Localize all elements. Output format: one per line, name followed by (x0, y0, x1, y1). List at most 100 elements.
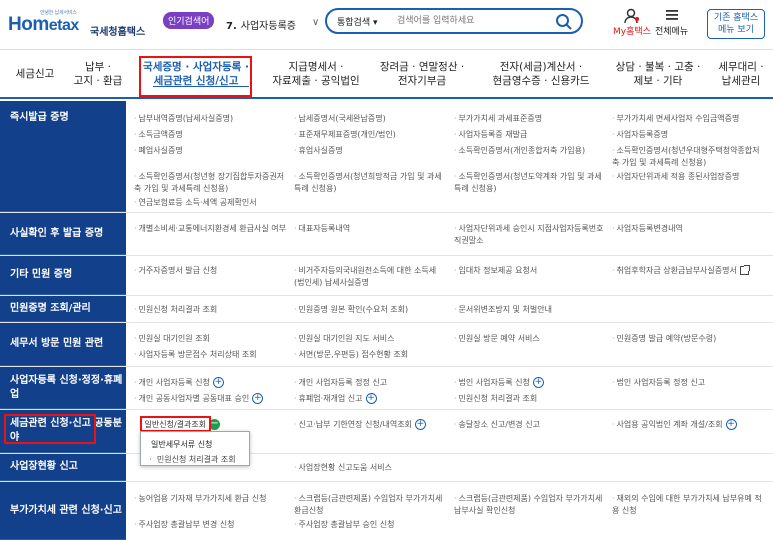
my-hometax-link[interactable]: My홈택스 (613, 8, 651, 37)
menu-link[interactable]: 서면(방문,우편등) 접수현황 조회 (294, 349, 409, 361)
table-row: 사업자등록 신청·정정·휴폐업 (0, 367, 773, 410)
hometax-logo[interactable]: 안녕한 납세서비스 Hometax 국세청홈택스 (8, 8, 145, 42)
submenu-item[interactable]: ㆍ 민원신청 처리결과 조회 (147, 454, 236, 465)
menu-link[interactable]: 사업자단위과세 승인시 지점사업자등록번호 직권말소 (454, 223, 604, 246)
menu-link[interactable]: 민원실 대기인원 지도 서비스 (294, 333, 395, 345)
gnb-tax-agent[interactable]: 세무대리 · 납세관리 (712, 51, 770, 97)
expand-plus-icon[interactable]: + (252, 393, 264, 404)
user-icon (613, 8, 651, 24)
collapse-minus-icon[interactable]: − (209, 419, 221, 430)
menu-link[interactable]: 법인 사업자등록 정정 신고 (612, 377, 706, 389)
menu-link[interactable]: 표준재무제표증명(개인/법인) (294, 129, 396, 141)
logo-org-name: 국세청홈택스 (90, 27, 146, 38)
menu-link[interactable]: 주사업장 총괄납부 변경 신청 (134, 519, 235, 531)
menu-link[interactable]: 소득확인증명서(청년도약계좌 가입 및 과세특례 신청용) (454, 171, 604, 194)
search-input[interactable] (397, 12, 547, 30)
menu-link[interactable]: 소득확인증명서(청년형 장기집합투자증권저축 가입 및 과세특례 신청용) (134, 171, 286, 194)
top-header: 안녕한 납세서비스 Hometax 국세청홈택스 인기검색어 7. 사업자등록증 … (0, 0, 773, 50)
my-hometax-label: My홈택스 (613, 27, 651, 37)
all-menu-button[interactable]: 전체메뉴 (655, 8, 688, 37)
row-header: 기타 민원 증명 (0, 256, 126, 295)
popular-search-badge: 인기검색어 (163, 12, 215, 29)
table-row: 사실확인 후 발급 증명 (0, 213, 773, 256)
menu-link[interactable]: 임대차 정보제공 요청서 (454, 265, 538, 277)
menu-link[interactable]: 사업자등록증명 (612, 129, 669, 141)
gnb-e-invoice[interactable]: 전자(세금)계산서 · 현금영수증 · 신용카드 (478, 51, 604, 97)
menu-link[interactable]: 소득금액증명 (134, 129, 183, 141)
menu-link[interactable]: 개인 사업자등록 신청+ (134, 377, 224, 389)
menu-link[interactable]: 소득확인증명서(청년희망적금 가입 및 과세특례 신청용) (294, 171, 446, 194)
menu-link[interactable]: 신고·납부 기한연장 신청/내역조회+ (294, 419, 426, 431)
menu-link[interactable]: 폐업사실증명 (134, 145, 183, 157)
menu-link[interactable]: 사업자등록 방문접수 처리상태 조회 (134, 349, 257, 361)
old-menu-button[interactable]: 기존 홈택스 메뉴 보기 (707, 9, 765, 39)
chevron-down-icon[interactable]: ∨ (312, 17, 319, 28)
menu-link[interactable]: 사업자등록변경내역 (612, 223, 683, 235)
menu-link[interactable]: 스크랩등(금관련제품) 수입업자 부가가치세 환급신청 (294, 493, 446, 516)
menu-link[interactable]: 민원증명 원본 확인(수요처 조회) (294, 304, 409, 316)
menu-link[interactable]: 민원신청 처리결과 조회 (454, 393, 538, 405)
row-header: 사업자등록 신청·정정·휴폐업 (0, 367, 126, 409)
expand-plus-icon[interactable]: + (725, 419, 737, 430)
menu-link[interactable]: 개인 공동사업자별 공동대표 승인+ (134, 393, 264, 405)
menu-link[interactable]: 소득확인증명서(청년우대형주택청약종합저축 가입 및 과세특례 신청용) (612, 145, 764, 168)
row-header: 사업장현황 신고 (0, 454, 126, 481)
menu-link[interactable]: 소득확인증명서(개인종합저축 가입용) (454, 145, 604, 157)
row-header: 세무서 방문 민원 관련 (0, 323, 126, 366)
menu-link[interactable]: 민원신청 처리결과 조회 (134, 304, 218, 316)
menu-link[interactable]: 송달장소 신고/변경 신고 (454, 419, 540, 431)
search-icon[interactable] (555, 13, 573, 31)
active-menu-underline (153, 86, 249, 87)
submenu-item[interactable]: 일반세무서류 신청 (151, 439, 212, 450)
menu-link[interactable]: 취업후학자금 상환금납부사실증명서 (612, 265, 750, 277)
popular-search-term[interactable]: 7. 사업자등록증 (226, 17, 296, 32)
menu-link[interactable]: 재외의 수입에 대한 부가가치세 납부유예 적용 신청 (612, 493, 766, 516)
menu-link[interactable]: 대표자등록내역 (294, 223, 351, 235)
search-box: 통합검색 ▾ (325, 8, 583, 34)
menu-link[interactable]: 개별소비세·교통에너지환경세 환급사실 여부 (134, 223, 286, 235)
menu-link[interactable]: 민원실 대기인원 조회 (134, 333, 210, 345)
menu-link[interactable]: 납세증명서(국세완납증명) (294, 113, 386, 125)
main-navigation: 세금신고 납부 · 고지 · 환급 국세증명 · 사업자등록 · 세금관련 신청/신… (0, 51, 773, 99)
menu-link[interactable]: 연금보험료등 소득·세액 공제확인서 (134, 197, 257, 209)
row-header: 세금관련 신청·신고 공동분야 (0, 410, 126, 453)
row-header: 즉시발급 증명 (0, 101, 126, 212)
gnb-payment[interactable]: 납부 · 고지 · 환급 (68, 51, 128, 97)
menu-link[interactable]: 주사업장 총괄납부 승인 신청 (294, 519, 395, 531)
expand-plus-icon[interactable]: + (414, 419, 426, 430)
menu-link[interactable]: 법인 사업자등록 신청+ (454, 377, 544, 389)
menu-link[interactable]: 사업자등록증 재발급 (454, 129, 528, 141)
menu-link[interactable]: 스크랩등(금관련제품) 수입업자 부가가치세 납부사실 확인신청 (454, 493, 604, 516)
row-header: 부가가치세 관련 신청·신고 (0, 482, 126, 540)
menu-link[interactable]: 사업장현황 신고도움 서비스 (294, 462, 392, 474)
menu-link[interactable]: 민원실 방문 예약 서비스 (454, 333, 540, 345)
menu-link[interactable]: 사업자단위과세 적용 종된사업장증명 (612, 171, 740, 183)
expand-plus-icon[interactable]: + (212, 377, 224, 388)
menu-link[interactable]: 민원증명 발급 예약(방문수령) (612, 333, 717, 345)
gnb-certificates[interactable]: 국세증명 · 사업자등록 · 세금관련 신청/신고 (140, 51, 252, 97)
menu-link[interactable]: 부가가치세 과세표준증명 (454, 113, 543, 125)
menu-link[interactable]: 문서위변조방지 및 처벌안내 (454, 304, 552, 316)
menu-link[interactable]: 납부내역증명(납세사실증명) (134, 113, 234, 125)
menu-link[interactable]: 농어업용 기자재 부가가치세 환급 신청 (134, 493, 267, 505)
gnb-tax-return[interactable]: 세금신고 (10, 51, 60, 97)
menu-link[interactable]: 비거주자등의국내원천소득에 대한 소득세(법인세) 납세사실증명 (294, 265, 446, 288)
menu-link[interactable]: 부가가치세 면세사업자 수입금액증명 (612, 113, 740, 125)
old-menu-line1: 기존 홈택스 (713, 13, 759, 23)
hamburger-icon (655, 8, 688, 24)
submenu-dropdown: 일반세무서류 신청 ㆍ 민원신청 처리결과 조회 (140, 431, 250, 466)
menu-link[interactable]: 거주자증명서 발급 신청 (134, 265, 218, 277)
menu-link[interactable]: 사업용 공익법인 계좌 개설/조회+ (612, 419, 737, 431)
row-header: 사실확인 후 발급 증명 (0, 213, 126, 255)
menu-link[interactable]: 휴폐업·재개업 신고+ (294, 393, 377, 405)
expand-plus-icon[interactable]: + (532, 377, 544, 388)
gnb-statements[interactable]: 지급명세서 · 자료제출 · 공익법인 (264, 51, 368, 97)
gnb-incentives[interactable]: 장려금 · 연말정산 · 전자기부금 (378, 51, 466, 97)
expand-plus-icon[interactable]: + (365, 393, 377, 404)
gnb-consulting[interactable]: 상담 · 불복 · 고충 · 제보 · 기타 (610, 51, 706, 97)
menu-link[interactable]: 휴업사실증명 (294, 145, 343, 157)
menu-link-general-request[interactable]: 일반신청/결과조회− (140, 419, 221, 431)
menu-link[interactable]: 개인 사업자등록 정정 신고 (294, 377, 388, 389)
table-row: 세금관련 신청·신고 공동분야 (0, 410, 773, 454)
search-scope-select[interactable]: 통합검색 ▾ (337, 15, 378, 28)
